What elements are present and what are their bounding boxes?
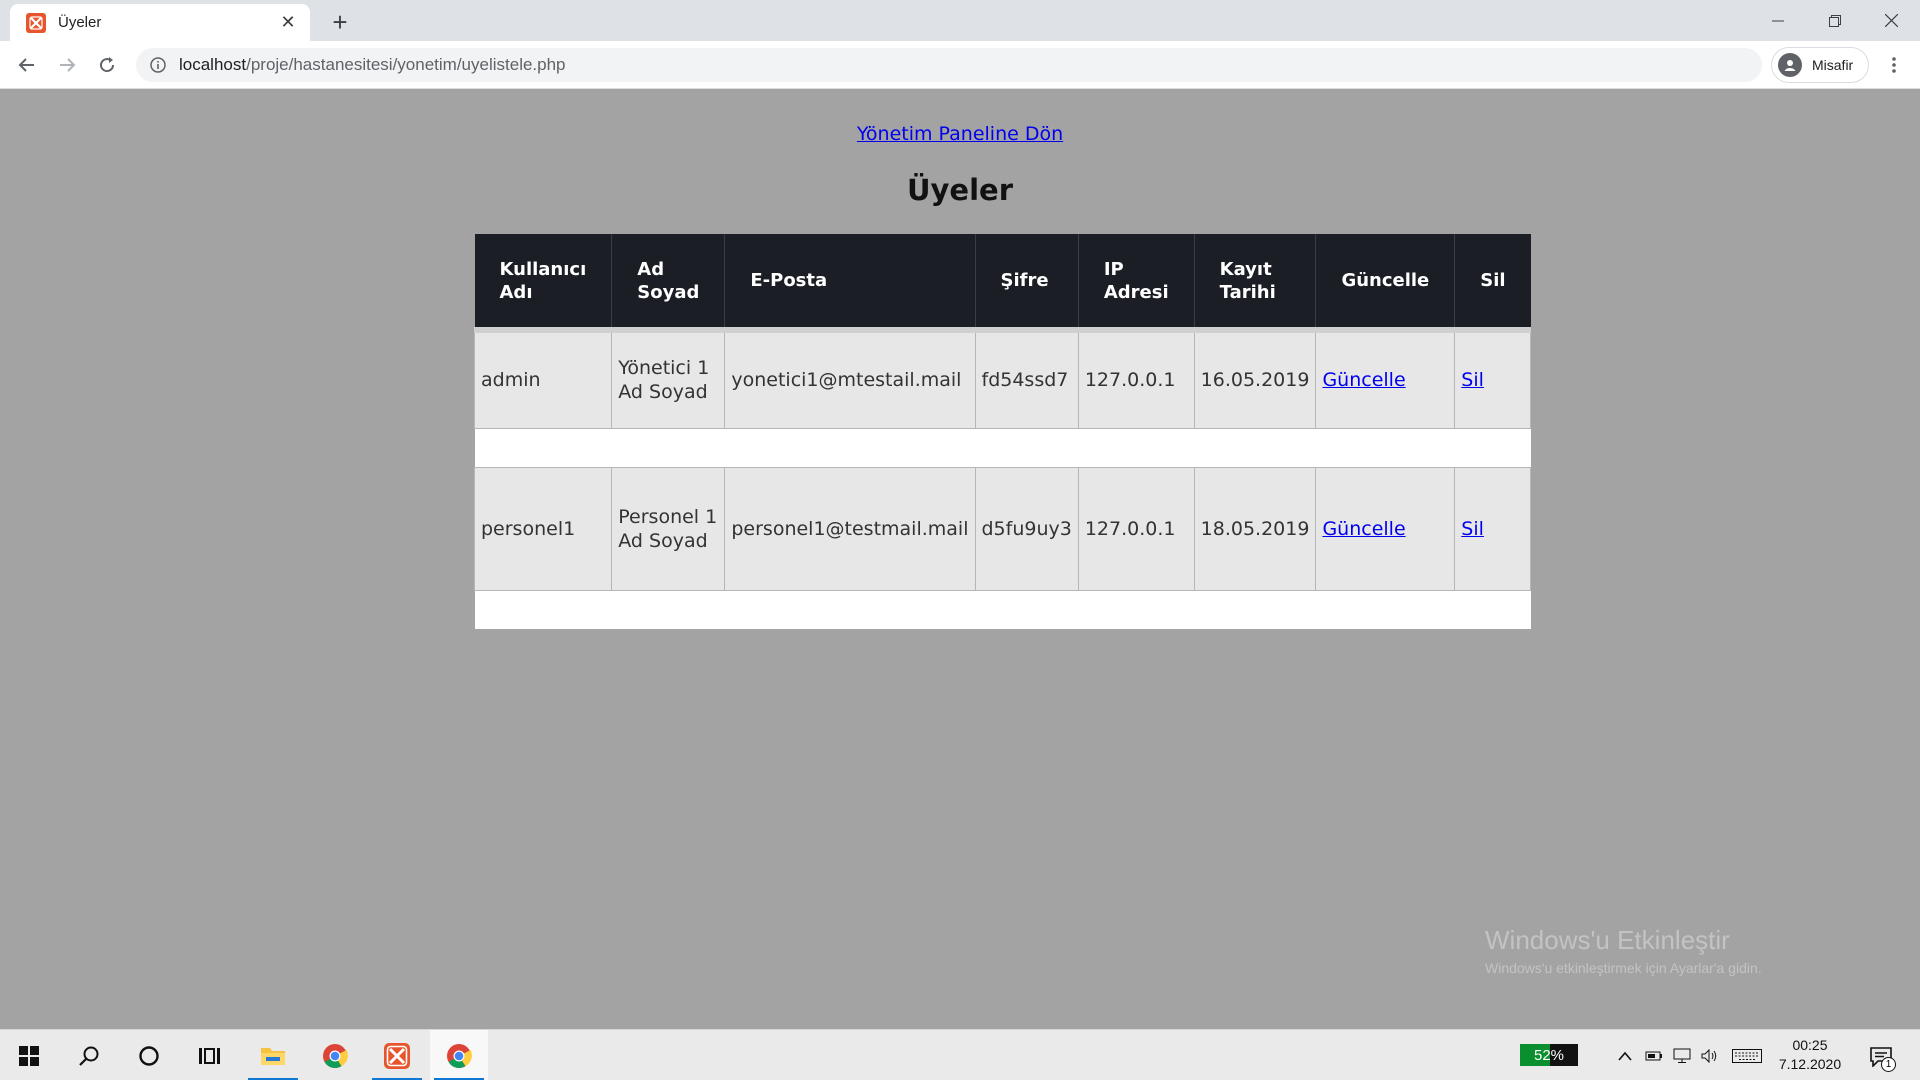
window-controls xyxy=(1749,0,1920,41)
header-email: E-Posta xyxy=(724,234,976,330)
cell-username: admin xyxy=(473,329,613,429)
plus-icon[interactable]: + xyxy=(326,7,354,37)
chrome-active-icon[interactable] xyxy=(430,1030,488,1080)
back-link-container: Yönetim Paneline Dön xyxy=(0,123,1920,145)
chevron-up-icon[interactable] xyxy=(1610,1051,1640,1061)
close-icon[interactable]: ✕ xyxy=(278,12,298,33)
cell-fullname: Yönetici 1 Ad Soyad xyxy=(611,329,726,429)
info-icon[interactable] xyxy=(150,57,166,73)
header-fullname: Ad Soyad xyxy=(611,234,726,330)
cell-delete: Sil xyxy=(1454,466,1532,591)
url-path: /proje/hastanesitesi/yonetim/uyelistele.… xyxy=(246,55,566,74)
close-window-button[interactable] xyxy=(1863,0,1920,41)
cell-fullname: Personel 1 Ad Soyad xyxy=(611,466,726,591)
network-icon[interactable] xyxy=(1668,1048,1696,1064)
profile-button[interactable]: Misafir xyxy=(1771,47,1869,83)
header-delete: Sil xyxy=(1454,234,1531,330)
header-ip: IP Adresi xyxy=(1078,234,1195,330)
cell-email: personel1@testmail.mail xyxy=(724,466,976,591)
url-host: localhost xyxy=(179,55,247,74)
delete-link[interactable]: Sil xyxy=(1461,369,1484,391)
keyboard-icon[interactable] xyxy=(1724,1048,1770,1063)
xampp-icon xyxy=(26,12,46,33)
back-to-panel-link[interactable]: Yönetim Paneline Dön xyxy=(857,123,1063,145)
page-title: Üyeler xyxy=(906,173,1014,207)
volume-icon[interactable] xyxy=(1696,1048,1724,1063)
table-spacer-row xyxy=(474,428,1531,467)
cell-password: fd54ssd7 xyxy=(974,329,1079,429)
members-table-container: Kullanıcı Adı Ad Soyad E-Posta Şifre IP … xyxy=(473,234,1532,629)
system-tray xyxy=(1610,1030,1770,1080)
clock[interactable]: 00:25 7.12.2020 xyxy=(1770,1036,1850,1074)
browser-toolbar: localhost/proje/hastanesitesi/yonetim/uy… xyxy=(0,41,1920,89)
cell-update: Güncelle xyxy=(1315,466,1456,591)
restore-button[interactable] xyxy=(1806,0,1863,41)
clock-date: 7.12.2020 xyxy=(1778,1056,1842,1072)
header-username: Kullanıcı Adı xyxy=(474,234,613,330)
url-text: localhost/proje/hastanesitesi/yonetim/uy… xyxy=(179,55,566,75)
cell-delete: Sil xyxy=(1454,329,1532,429)
forward-arrow-icon[interactable] xyxy=(53,51,81,79)
watermark-title: Windows'u Etkinleştir xyxy=(1485,925,1730,955)
members-table: Kullanıcı Adı Ad Soyad E-Posta Şifre IP … xyxy=(473,234,1532,629)
table-row: personel1 Personel 1 Ad Soyad personel1@… xyxy=(473,466,1532,591)
cell-date: 16.05.2019 xyxy=(1193,329,1317,429)
cell-date: 18.05.2019 xyxy=(1193,466,1317,591)
table-spacer-row xyxy=(474,590,1531,629)
profile-label: Misafir xyxy=(1812,57,1854,73)
search-icon[interactable] xyxy=(60,1030,118,1080)
table-row: admin Yönetici 1 Ad Soyad yonetici1@mtes… xyxy=(473,329,1532,429)
cell-update: Güncelle xyxy=(1315,329,1456,429)
watermark-subtitle: Windows'u etkinleştirmek için Ayarlar'a … xyxy=(1485,960,1762,976)
update-link[interactable]: Güncelle xyxy=(1322,518,1405,540)
address-bar[interactable]: localhost/proje/hastanesitesi/yonetim/uy… xyxy=(136,48,1762,82)
cell-email: yonetici1@mtestail.mail xyxy=(724,329,976,429)
cell-username: personel1 xyxy=(473,466,613,591)
table-header-row: Kullanıcı Adı Ad Soyad E-Posta Şifre IP … xyxy=(474,234,1531,330)
task-view-icon[interactable] xyxy=(180,1030,238,1080)
battery-indicator[interactable]: 52% xyxy=(1520,1044,1578,1066)
windows-start-icon[interactable] xyxy=(0,1030,58,1080)
chrome-icon[interactable] xyxy=(306,1030,364,1080)
profile-icon xyxy=(1778,53,1802,77)
header-password: Şifre xyxy=(975,234,1079,330)
reload-icon[interactable] xyxy=(93,51,121,79)
update-link[interactable]: Güncelle xyxy=(1322,369,1405,391)
cell-ip: 127.0.0.1 xyxy=(1077,329,1195,429)
minimize-button[interactable] xyxy=(1749,0,1806,41)
header-date: Kayıt Tarihi xyxy=(1194,234,1317,330)
browser-tab-strip: Üyeler ✕ + xyxy=(0,0,1920,41)
cell-password: d5fu9uy3 xyxy=(974,466,1079,591)
cortana-icon[interactable] xyxy=(120,1030,178,1080)
battery-percent: 52% xyxy=(1533,1046,1565,1064)
delete-link[interactable]: Sil xyxy=(1461,518,1484,540)
page-content: Yönetim Paneline Dön Üyeler Kullanıcı Ad… xyxy=(0,89,1920,1029)
browser-tab[interactable]: Üyeler ✕ xyxy=(10,4,310,41)
cell-ip: 127.0.0.1 xyxy=(1077,466,1195,591)
notification-icon[interactable]: 1 xyxy=(1864,1040,1898,1074)
xampp-taskbar-icon[interactable] xyxy=(368,1030,426,1080)
back-arrow-icon[interactable] xyxy=(13,51,41,79)
header-update: Güncelle xyxy=(1315,234,1456,330)
tab-title: Üyeler xyxy=(58,14,102,31)
taskbar: 52% 00:25 7.12.2020 1 xyxy=(0,1029,1920,1080)
kebab-menu-icon[interactable] xyxy=(1880,51,1908,79)
notification-badge: 1 xyxy=(1881,1057,1896,1072)
activation-watermark: Windows'u Etkinleştir Windows'u etkinleş… xyxy=(1485,925,1762,976)
battery-icon[interactable] xyxy=(1640,1050,1668,1062)
file-explorer-icon[interactable] xyxy=(244,1030,302,1080)
clock-time: 00:25 xyxy=(1792,1037,1828,1053)
